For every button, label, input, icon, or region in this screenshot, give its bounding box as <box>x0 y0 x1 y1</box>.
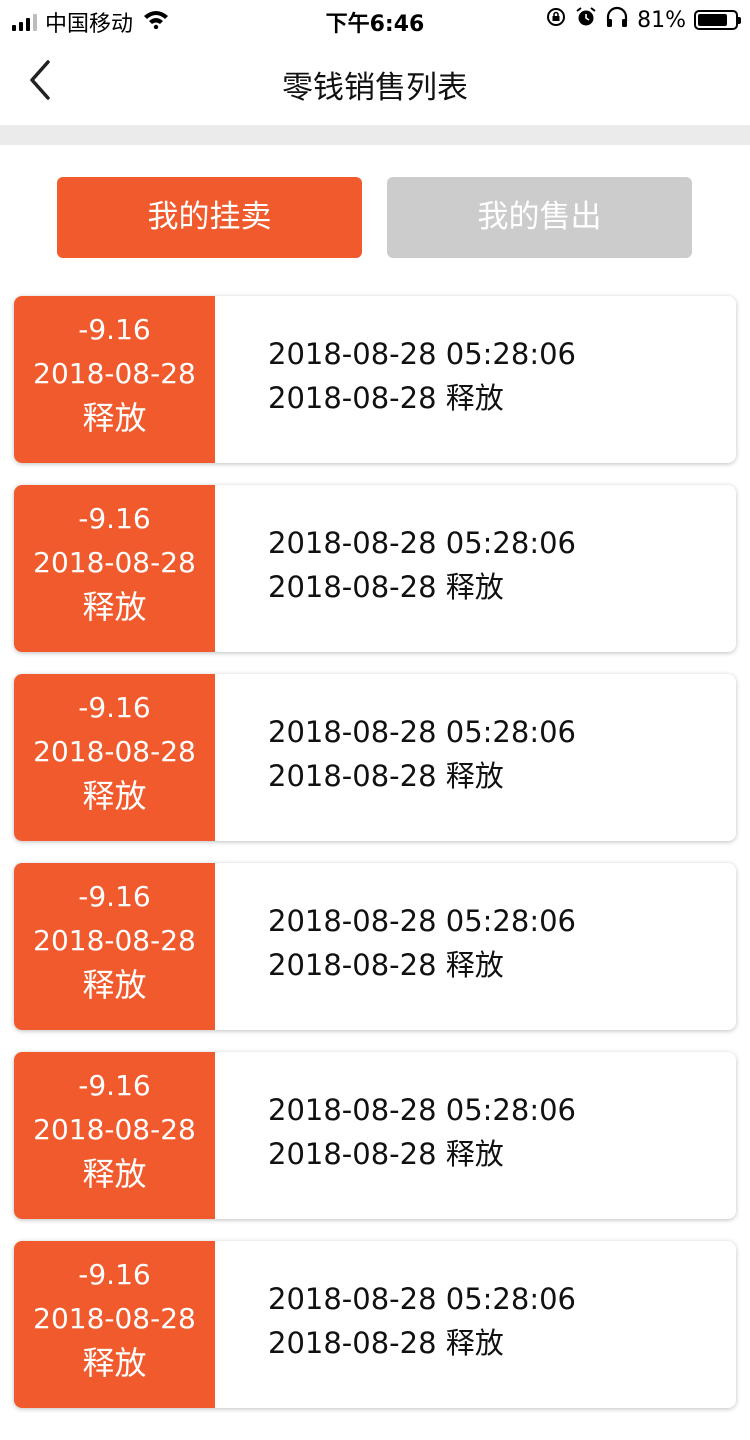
record-card[interactable]: -9.16 2018-08-28 释放 2018-08-28 05:28:06 2018… <box>14 1052 736 1219</box>
record-status: 释放 <box>82 777 147 815</box>
headphones-icon <box>605 6 629 34</box>
record-datetime: 2018-08-28 05:28:06 <box>268 904 576 938</box>
record-datetime: 2018-08-28 05:28:06 <box>268 526 576 560</box>
record-summary: -9.16 2018-08-28 释放 <box>14 296 215 463</box>
record-summary: -9.16 2018-08-28 释放 <box>14 485 215 652</box>
record-date: 2018-08-28 <box>33 735 196 768</box>
record-date: 2018-08-28 <box>33 1113 196 1146</box>
record-list: -9.16 2018-08-28 释放 2018-08-28 05:28:06 2018… <box>14 296 736 1430</box>
tab-my-sold[interactable]: 我的售出 <box>387 177 692 258</box>
section-divider <box>0 125 750 145</box>
record-date: 2018-08-28 <box>33 924 196 957</box>
tab-my-listings[interactable]: 我的挂卖 <box>57 177 362 258</box>
battery-icon <box>694 10 741 30</box>
record-date: 2018-08-28 <box>33 1302 196 1335</box>
record-status: 释放 <box>82 966 147 1004</box>
record-status: 释放 <box>82 588 147 626</box>
record-amount: -9.16 <box>78 313 151 346</box>
record-amount: -9.16 <box>78 1069 151 1102</box>
record-summary: -9.16 2018-08-28 释放 <box>14 863 215 1030</box>
record-status: 释放 <box>82 399 147 437</box>
record-release-line: 2018-08-28 释放 <box>268 1326 504 1360</box>
record-release-line: 2018-08-28 释放 <box>268 759 504 793</box>
battery-percent: 81% <box>637 7 686 33</box>
record-datetime: 2018-08-28 05:28:06 <box>268 1093 576 1127</box>
record-date: 2018-08-28 <box>33 357 196 390</box>
record-datetime: 2018-08-28 05:28:06 <box>268 1282 576 1316</box>
nav-bar: 零钱销售列表 <box>0 40 750 125</box>
record-details: 2018-08-28 05:28:06 2018-08-28 释放 <box>268 521 576 609</box>
record-summary: -9.16 2018-08-28 释放 <box>14 1052 215 1219</box>
record-card[interactable]: -9.16 2018-08-28 释放 2018-08-28 05:28:06 2018… <box>14 485 736 652</box>
record-amount: -9.16 <box>78 880 151 913</box>
record-datetime: 2018-08-28 05:28:06 <box>268 715 576 749</box>
page: 中国移动 下午6:46 81% 零钱销售列表 我的挂卖 我的售出 -9.16 2… <box>0 0 750 1440</box>
record-card[interactable]: -9.16 2018-08-28 释放 2018-08-28 05:28:06 2018… <box>14 863 736 1030</box>
record-datetime: 2018-08-28 05:28:06 <box>268 337 576 371</box>
record-release-line: 2018-08-28 释放 <box>268 948 504 982</box>
status-bar-right: 81% <box>545 6 741 34</box>
record-details: 2018-08-28 05:28:06 2018-08-28 释放 <box>268 1277 576 1365</box>
record-card[interactable]: -9.16 2018-08-28 释放 2018-08-28 05:28:06 2018… <box>14 1241 736 1408</box>
page-title: 零钱销售列表 <box>282 70 468 106</box>
record-details: 2018-08-28 05:28:06 2018-08-28 释放 <box>268 332 576 420</box>
record-amount: -9.16 <box>78 691 151 724</box>
alarm-icon <box>575 6 597 34</box>
record-amount: -9.16 <box>78 1258 151 1291</box>
record-date: 2018-08-28 <box>33 546 196 579</box>
record-status: 释放 <box>82 1155 147 1193</box>
record-amount: -9.16 <box>78 502 151 535</box>
record-release-line: 2018-08-28 释放 <box>268 570 504 604</box>
record-status: 释放 <box>82 1344 147 1382</box>
rotation-lock-icon <box>545 6 567 34</box>
record-details: 2018-08-28 05:28:06 2018-08-28 释放 <box>268 710 576 798</box>
status-bar: 中国移动 下午6:46 81% <box>0 0 750 40</box>
record-card[interactable]: -9.16 2018-08-28 释放 2018-08-28 05:28:06 2018… <box>14 296 736 463</box>
record-release-line: 2018-08-28 释放 <box>268 381 504 415</box>
battery-level <box>698 14 727 26</box>
record-summary: -9.16 2018-08-28 释放 <box>14 674 215 841</box>
record-card[interactable]: -9.16 2018-08-28 释放 2018-08-28 05:28:06 2018… <box>14 674 736 841</box>
record-summary: -9.16 2018-08-28 释放 <box>14 1241 215 1408</box>
record-details: 2018-08-28 05:28:06 2018-08-28 释放 <box>268 1088 576 1176</box>
record-release-line: 2018-08-28 释放 <box>268 1137 504 1171</box>
record-details: 2018-08-28 05:28:06 2018-08-28 释放 <box>268 899 576 987</box>
